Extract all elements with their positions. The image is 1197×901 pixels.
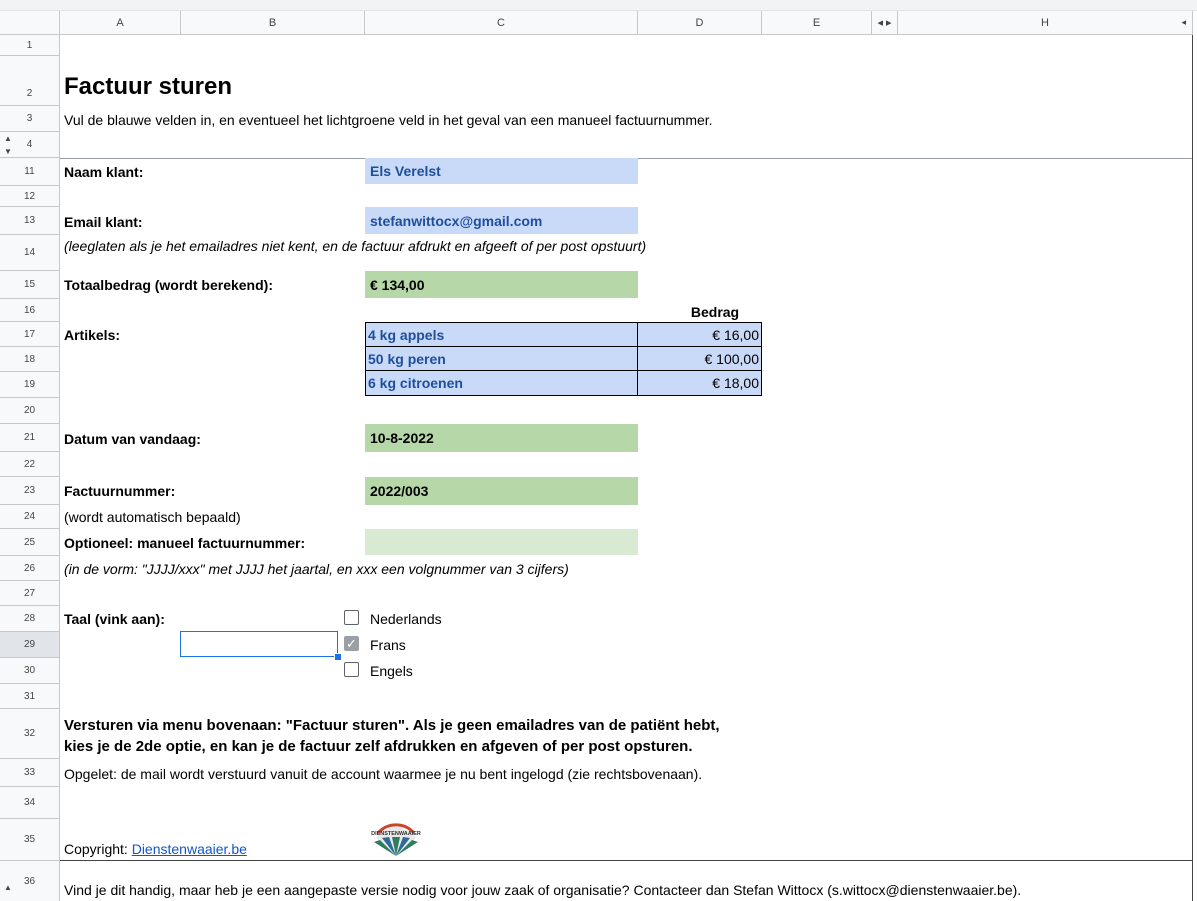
invoice-note: (wordt automatisch bepaald) — [64, 509, 241, 525]
dienstenwaaier-logo: DIENSTENWAAIER — [370, 822, 422, 858]
selected-cell[interactable] — [180, 631, 338, 657]
articles-label: Artikels: — [64, 327, 121, 343]
send-instructions-line1: Versturen via menu bovenaan: "Factuur st… — [64, 716, 720, 734]
row-header-22[interactable]: 22 — [0, 452, 60, 477]
row-header-33[interactable]: 33 — [0, 759, 60, 787]
invoice-label: Factuurnummer: — [64, 483, 176, 499]
article-name-cell[interactable]: 4 kg appels — [365, 322, 638, 347]
column-header-c[interactable]: C — [365, 11, 638, 35]
article-amount-cell[interactable]: € 100,00 — [637, 346, 762, 371]
column-header-e[interactable]: E — [762, 11, 872, 35]
intro-text: Vul de blauwe velden in, en eventueel he… — [64, 112, 713, 128]
row-header-14[interactable]: 14 — [0, 235, 60, 271]
invoice-number-field: 2022/003 — [365, 477, 638, 505]
total-amount-field: € 134,00 — [365, 271, 638, 298]
row-group-up-icon-2[interactable]: ▲ — [4, 883, 12, 892]
fill-handle[interactable] — [334, 653, 342, 661]
send-instructions-line2: kies je de 2de optie, en kan je de factu… — [64, 737, 693, 755]
row-header-16[interactable]: 16 — [0, 299, 60, 322]
row-header-20[interactable]: 20 — [0, 398, 60, 424]
fan-logo-icon: DIENSTENWAAIER — [371, 823, 421, 856]
row-header-13[interactable]: 13 — [0, 207, 60, 235]
article-amount-cell[interactable]: € 16,00 — [637, 322, 762, 347]
row-header-4[interactable]: 4 ▲ ▼ — [0, 132, 60, 158]
row-header-35[interactable]: 35 — [0, 819, 60, 861]
row-header-27[interactable]: 27 — [0, 581, 60, 606]
language-label: Taal (vink aan): — [64, 611, 165, 627]
option-label-engels: Engels — [370, 663, 413, 679]
row-header-36-label: 36 — [23, 875, 36, 887]
row-header-1[interactable]: 1 — [0, 35, 60, 56]
row-header-15[interactable]: 15 — [0, 271, 60, 299]
row-header-2[interactable]: 2 — [0, 56, 60, 106]
row-header-28[interactable]: 28 — [0, 606, 60, 632]
table-row: 50 kg peren € 100,00 — [365, 346, 762, 371]
article-name-cell[interactable]: 50 kg peren — [365, 346, 638, 371]
toolbar-strip — [0, 0, 1197, 11]
row-header-19[interactable]: 19 — [0, 372, 60, 398]
customer-name-field[interactable]: Els Verelst — [365, 158, 638, 184]
table-row: 4 kg appels € 16,00 — [365, 322, 762, 347]
select-all-corner[interactable] — [0, 11, 60, 35]
row-header-12[interactable]: 12 — [0, 186, 60, 207]
copyright-label: Copyright: — [64, 841, 132, 857]
row-group-down-icon[interactable]: ▼ — [4, 147, 12, 156]
row-header-29[interactable]: 29 — [0, 632, 60, 658]
row-header-4-label: 4 — [26, 138, 33, 150]
row-header-24[interactable]: 24 — [0, 505, 60, 529]
row-header-23[interactable]: 23 — [0, 477, 60, 505]
row-header-32[interactable]: 32 — [0, 709, 60, 759]
manual-invoice-note: (in de vorm: "JJJJ/xxx" met JJJJ het jaa… — [64, 560, 569, 577]
article-amount-cell[interactable]: € 18,00 — [637, 370, 762, 396]
column-header-d[interactable]: D — [638, 11, 762, 35]
checkbox-frans[interactable]: ✓ — [344, 636, 359, 651]
email-field[interactable]: stefanwittocx@gmail.com — [365, 207, 638, 234]
email-label: Email klant: — [64, 214, 143, 230]
column-header-h[interactable]: H ◂ — [898, 11, 1193, 35]
column-header-a[interactable]: A — [60, 11, 181, 35]
customer-label: Naam klant: — [64, 164, 144, 180]
row-header-3[interactable]: 3 — [0, 106, 60, 132]
total-label: Totaalbedrag (wordt berekend): — [64, 277, 273, 293]
date-field: 10-8-2022 — [365, 424, 638, 452]
row-header-36[interactable]: 36 ▲ — [0, 861, 60, 901]
row-header-18[interactable]: 18 — [0, 347, 60, 372]
email-note: (leeglaten als je het emailadres niet ke… — [64, 238, 647, 254]
column-header-h-label: H — [1041, 16, 1049, 29]
articles-table: 4 kg appels € 16,00 50 kg peren € 100,00… — [365, 322, 762, 396]
row-header-11[interactable]: 11 — [0, 158, 60, 186]
row-header-30[interactable]: 30 — [0, 658, 60, 684]
dienstenwaaier-link[interactable]: Dienstenwaaier.be — [132, 841, 247, 857]
warning-text: Opgelet: de mail wordt verstuurd vanuit … — [64, 766, 703, 782]
option-label-frans: Frans — [370, 637, 406, 653]
article-name-cell[interactable]: 6 kg citroenen — [365, 370, 638, 396]
row-header-25[interactable]: 25 — [0, 529, 60, 556]
row-header-17[interactable]: 17 — [0, 322, 60, 347]
footer-divider — [60, 860, 1193, 861]
checkbox-engels[interactable] — [344, 662, 359, 677]
hidden-columns-toggle[interactable]: ◂ ▸ — [872, 11, 898, 35]
checkbox-nederlands[interactable] — [344, 610, 359, 625]
row-header-21[interactable]: 21 — [0, 424, 60, 452]
table-row: 6 kg citroenen € 18,00 — [365, 370, 762, 396]
row-group-up-icon[interactable]: ▲ — [4, 134, 12, 143]
option-label-nederlands: Nederlands — [370, 611, 442, 627]
manual-invoice-field[interactable] — [365, 529, 638, 555]
row-header-34[interactable]: 34 — [0, 787, 60, 819]
date-label: Datum van vandaag: — [64, 431, 201, 447]
amount-column-header: Bedrag — [690, 304, 740, 320]
manual-invoice-label: Optioneel: manueel factuurnummer: — [64, 535, 306, 551]
footer-text: Vind je dit handig, maar heb je een aang… — [64, 882, 1022, 898]
sheet-right-border — [1192, 35, 1193, 901]
svg-text:DIENSTENWAAIER: DIENSTENWAAIER — [371, 831, 421, 837]
copyright-line: Copyright: Dienstenwaaier.be — [64, 838, 247, 860]
scroll-left-arrow-icon[interactable]: ◂ — [1181, 17, 1186, 28]
column-header-b[interactable]: B — [181, 11, 365, 35]
row-header-26[interactable]: 26 — [0, 556, 60, 581]
page-title: Factuur sturen — [64, 73, 233, 100]
row-header-31[interactable]: 31 — [0, 684, 60, 709]
